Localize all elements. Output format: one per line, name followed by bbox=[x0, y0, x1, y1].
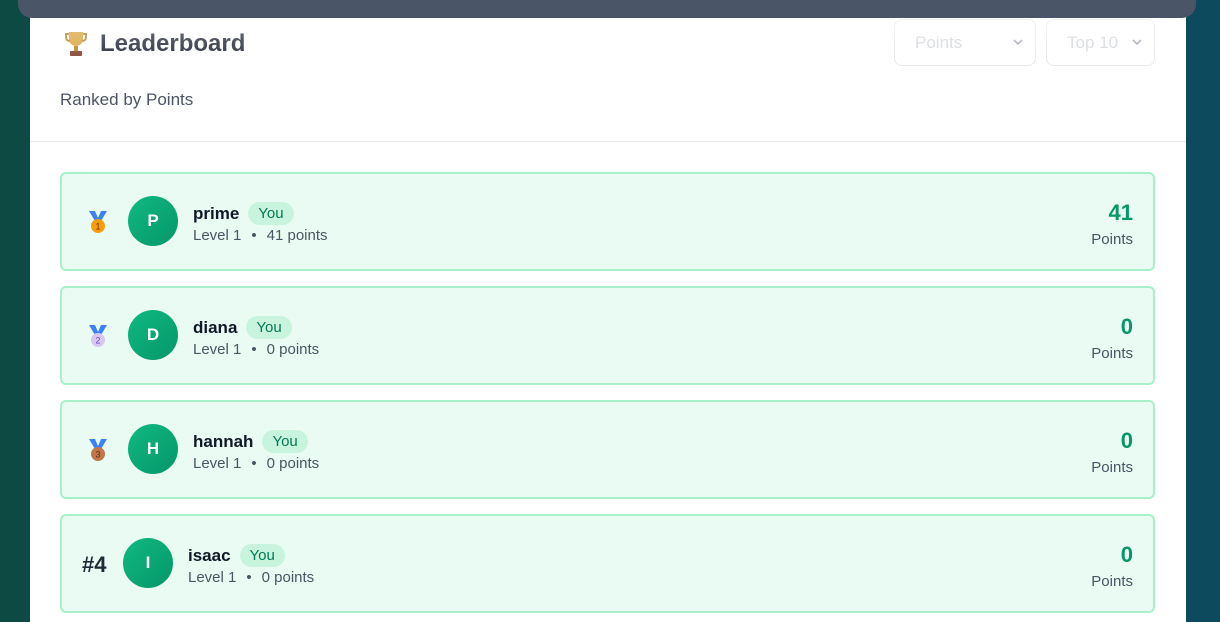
trophy-icon bbox=[65, 32, 87, 56]
score-label: Points bbox=[1091, 573, 1133, 590]
title-row: Leaderboard bbox=[64, 30, 245, 58]
leaderboard-header: Leaderboard Ranked by Points Points Top … bbox=[30, 0, 1186, 142]
score-value: 41 bbox=[1108, 200, 1133, 225]
chevron-down-icon bbox=[1132, 39, 1142, 46]
user-info: isaac You Level 1 • 0 points bbox=[188, 544, 314, 586]
avatar: H bbox=[128, 424, 178, 474]
limit-select[interactable]: Top 10 bbox=[1046, 19, 1155, 66]
user-name: prime bbox=[193, 203, 240, 223]
bronze-medal-icon: 3 bbox=[89, 439, 107, 461]
window-top-bar bbox=[18, 0, 1196, 18]
leaderboard-row[interactable]: #4 I isaac You Level 1 • 0 points 0 Poin… bbox=[60, 514, 1155, 613]
gold-medal-icon: 1 bbox=[89, 211, 107, 233]
you-badge: You bbox=[246, 316, 292, 339]
user-level: Level 1 bbox=[193, 455, 242, 472]
rank-number: #4 bbox=[82, 552, 107, 577]
metric-select-value: Points bbox=[915, 32, 963, 52]
silver-medal-icon: 2 bbox=[89, 325, 107, 347]
user-name: hannah bbox=[193, 431, 254, 451]
you-badge: You bbox=[239, 544, 285, 567]
avatar: D bbox=[128, 310, 178, 360]
user-level: Level 1 bbox=[193, 227, 242, 244]
score: 41 Points bbox=[1091, 200, 1133, 248]
user-points-text: 41 points bbox=[266, 227, 328, 244]
score-label: Points bbox=[1091, 459, 1133, 476]
avatar: I bbox=[123, 538, 173, 588]
limit-select-value: Top 10 bbox=[1067, 32, 1119, 52]
separator: • bbox=[251, 341, 257, 358]
user-points-text: 0 points bbox=[266, 341, 320, 358]
chevron-down-icon bbox=[1013, 39, 1023, 46]
score-value: 0 bbox=[1120, 428, 1133, 453]
score-label: Points bbox=[1091, 231, 1133, 248]
score-value: 0 bbox=[1120, 314, 1133, 339]
score-label: Points bbox=[1091, 345, 1133, 362]
score-value: 0 bbox=[1120, 542, 1133, 567]
score: 0 Points bbox=[1091, 542, 1133, 590]
score: 0 Points bbox=[1091, 314, 1133, 362]
avatar: P bbox=[128, 196, 178, 246]
separator: • bbox=[251, 227, 257, 244]
user-level: Level 1 bbox=[193, 341, 242, 358]
user-name: diana bbox=[193, 317, 238, 337]
user-info: prime You Level 1 • 41 points bbox=[193, 202, 328, 244]
score: 0 Points bbox=[1091, 428, 1133, 476]
user-points-text: 0 points bbox=[266, 455, 320, 472]
svg-text:1: 1 bbox=[95, 222, 100, 232]
user-name: isaac bbox=[188, 545, 231, 565]
svg-text:3: 3 bbox=[95, 450, 100, 460]
leaderboard-row[interactable]: 2 D diana You Level 1 • 0 points 0 Point… bbox=[60, 286, 1155, 385]
leaderboard-list: 1 P prime You Level 1 • 41 points 41 Poi… bbox=[60, 172, 1155, 622]
user-level: Level 1 bbox=[188, 569, 237, 586]
separator: • bbox=[246, 569, 252, 586]
leaderboard-row[interactable]: 1 P prime You Level 1 • 41 points 41 Poi… bbox=[60, 172, 1155, 271]
user-info: hannah You Level 1 • 0 points bbox=[193, 430, 319, 472]
you-badge: You bbox=[248, 202, 294, 225]
user-points-text: 0 points bbox=[261, 569, 315, 586]
ranking-subtitle: Ranked by Points bbox=[60, 90, 194, 109]
metric-select[interactable]: Points bbox=[894, 19, 1036, 66]
separator: • bbox=[251, 455, 257, 472]
leaderboard-panel: Leaderboard Ranked by Points Points Top … bbox=[30, 0, 1186, 622]
svg-text:2: 2 bbox=[95, 336, 100, 346]
you-badge: You bbox=[262, 430, 308, 453]
leaderboard-row[interactable]: 3 H hannah You Level 1 • 0 points 0 Poin… bbox=[60, 400, 1155, 499]
user-info: diana You Level 1 • 0 points bbox=[193, 316, 319, 358]
page-title: Leaderboard bbox=[100, 30, 246, 57]
